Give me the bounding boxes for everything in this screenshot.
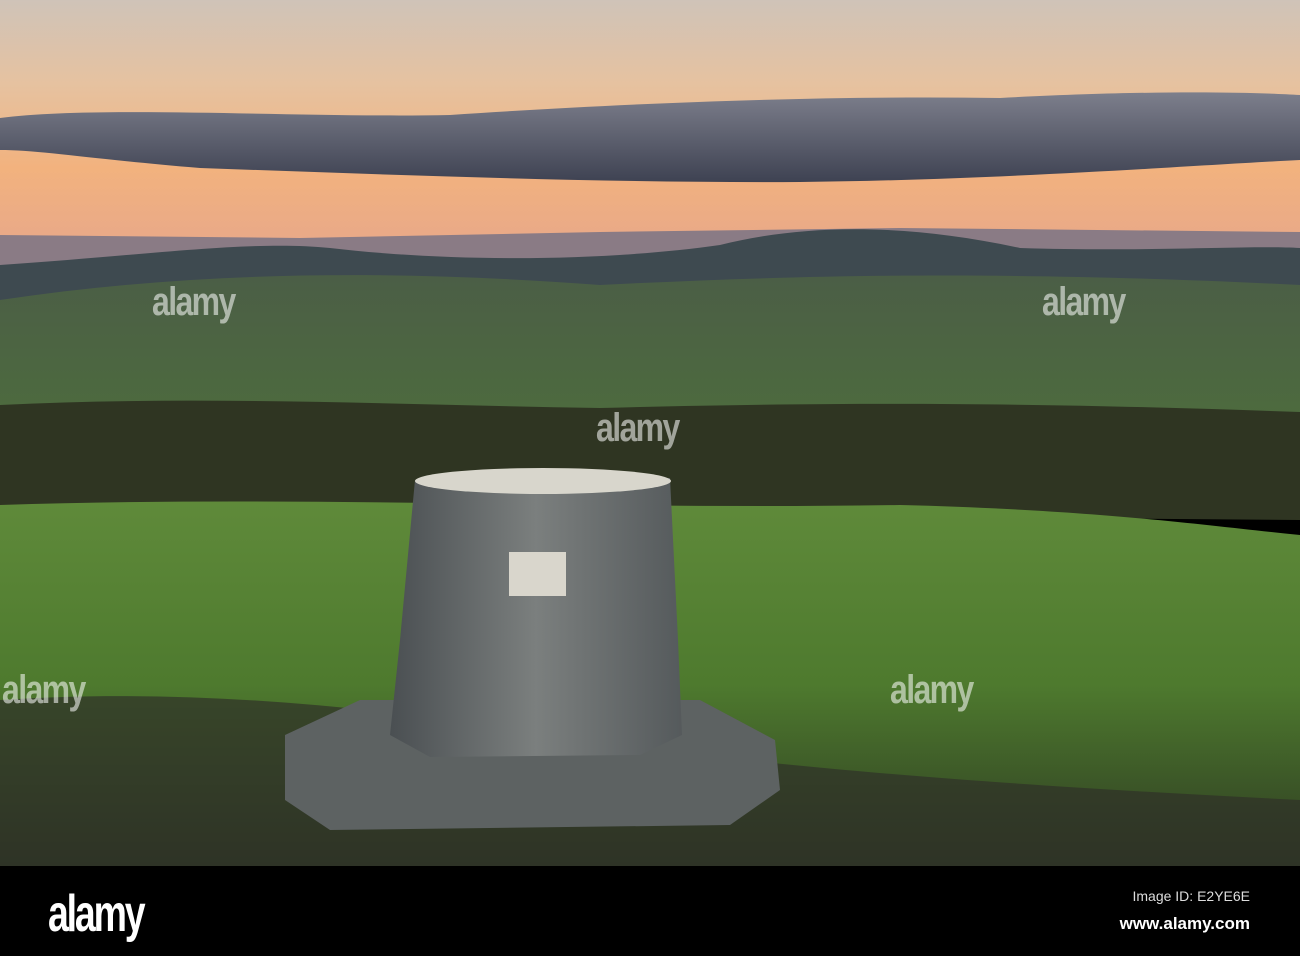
watermark: alamy: [2, 668, 86, 712]
watermark: alamy: [890, 668, 974, 712]
website-link[interactable]: www.alamy.com: [1120, 914, 1250, 934]
image-id: Image ID: E2YE6E: [1132, 888, 1250, 904]
plaque: [509, 552, 566, 596]
footer-bar: alamy Image ID: E2YE6E www.alamy.com: [0, 866, 1300, 956]
toposcope-pillar: [390, 478, 682, 757]
watermark: alamy: [152, 280, 236, 324]
alamy-logo: alamy: [48, 885, 146, 943]
toposcope-dial: [415, 468, 671, 494]
watermark: alamy: [596, 406, 680, 450]
watermark: alamy: [1042, 280, 1126, 324]
